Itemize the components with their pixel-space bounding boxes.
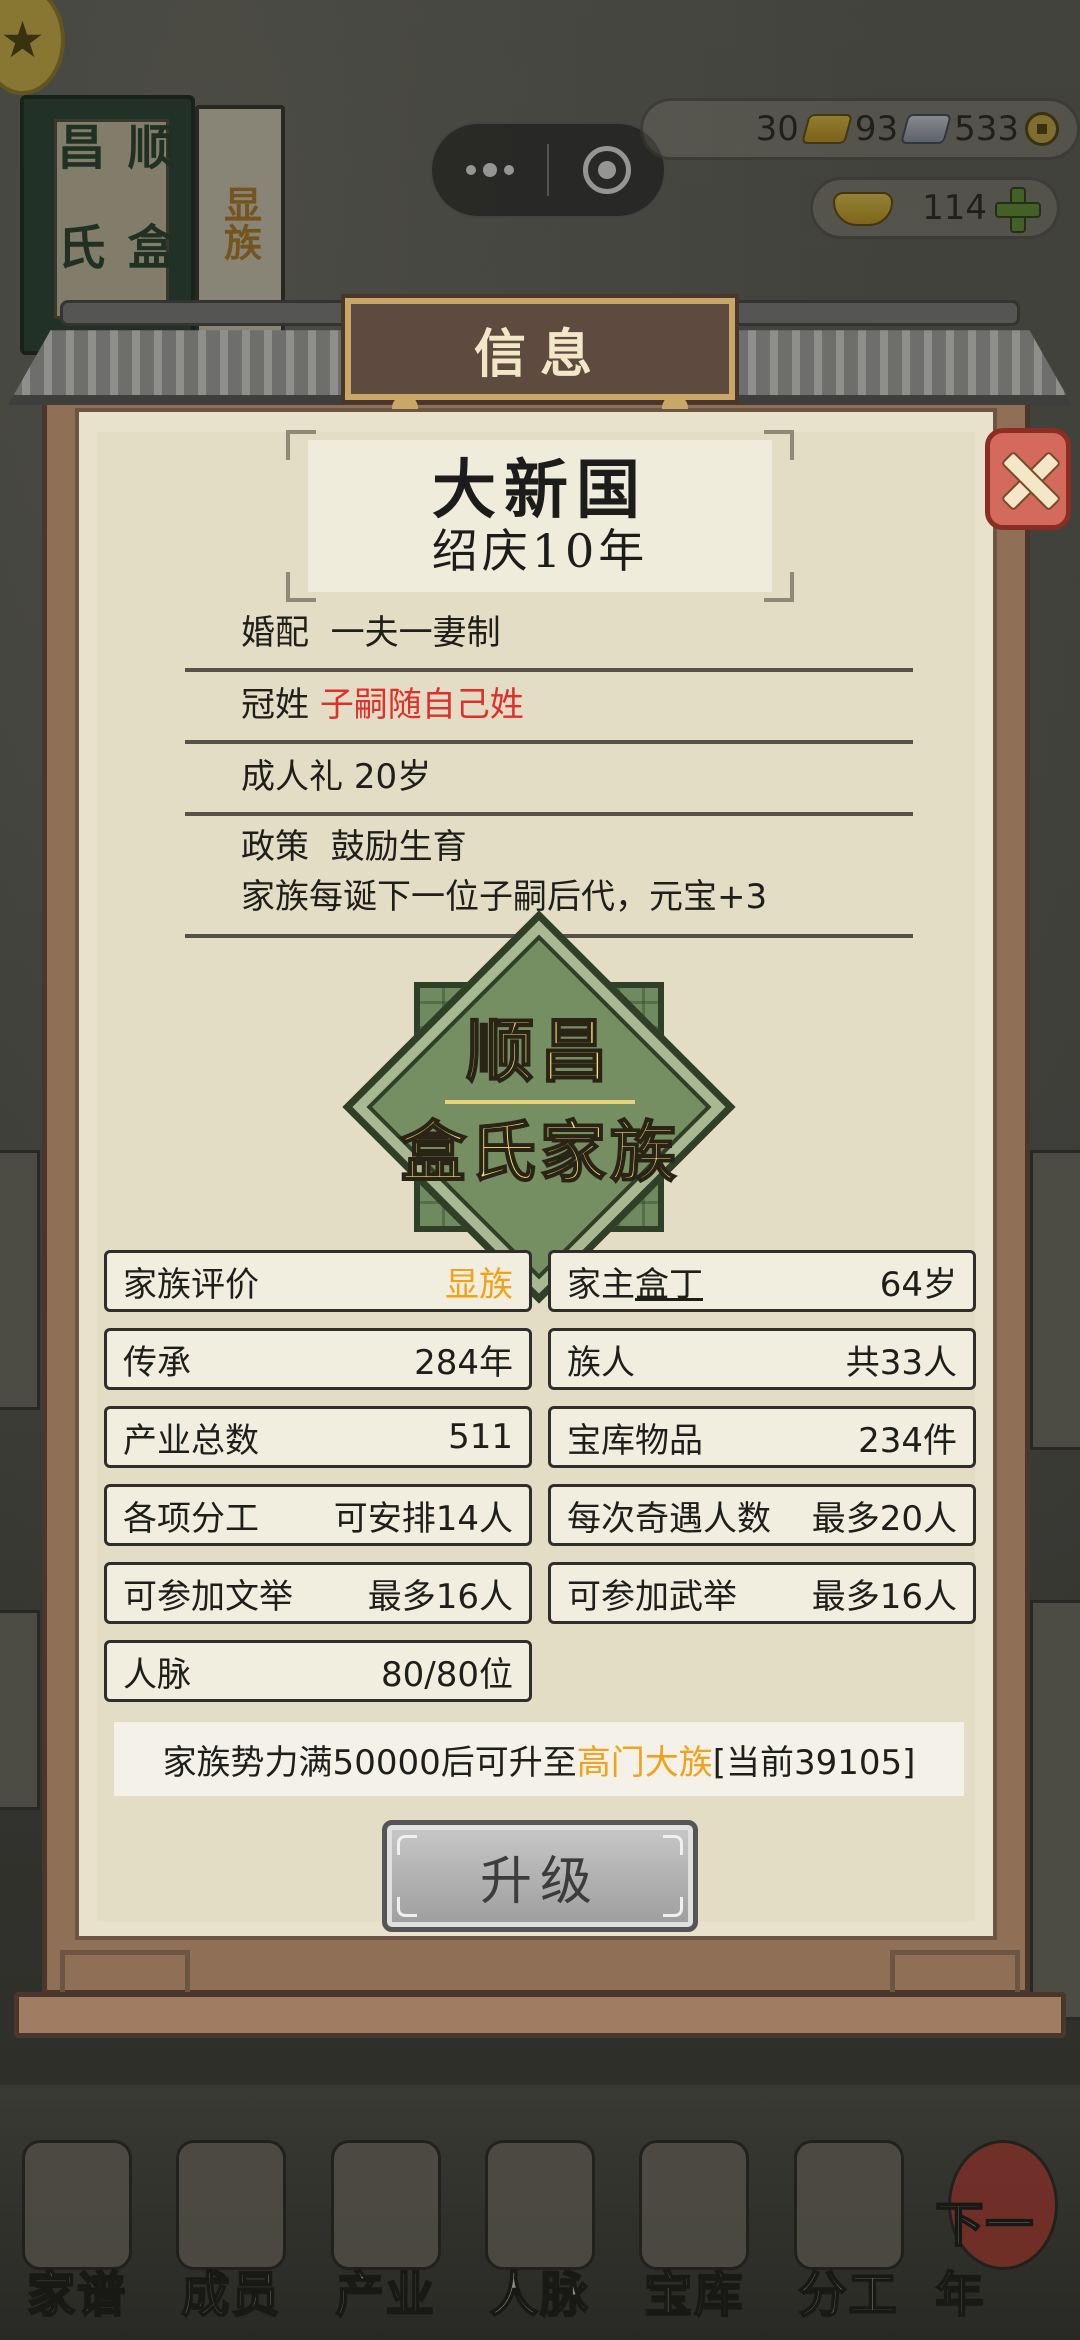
notice-prefix: 家族势力满50000后可升至 [162, 1742, 577, 1783]
stat-label: 可参加文举 [123, 1576, 293, 1617]
rule-value: 一夫一妻制 [330, 613, 501, 653]
close-button[interactable] [985, 428, 1071, 530]
left-rail [60, 1950, 190, 1998]
modal-title: 信息 [473, 323, 606, 385]
stat-label: 可参加武举 [567, 1576, 737, 1617]
rule-value: 鼓励生育 [330, 827, 467, 867]
stat-value: 284年 [414, 1342, 513, 1383]
stat-industry: 产业总数 511 [104, 1406, 532, 1468]
close-icon [1000, 451, 1056, 507]
stat-treasury: 宝库物品 234件 [548, 1406, 976, 1468]
clan-emblem: 顺昌 盒氏家族 [380, 1010, 700, 1194]
stat-network: 人脉 80/80位 [104, 1640, 532, 1702]
stat-label: 每次奇遇人数 [567, 1498, 771, 1539]
rule-value: 子嗣随自己姓 [319, 685, 524, 725]
rule-label: 成人礼 [241, 757, 343, 797]
stat-encounter: 每次奇遇人数 最多20人 [548, 1484, 976, 1546]
stat-label: 家主 [567, 1264, 635, 1305]
rule-label: 政策 [241, 827, 309, 867]
upgrade-button[interactable]: 升级 [382, 1820, 698, 1932]
stat-value: 最多20人 [811, 1498, 957, 1539]
stat-clan-head: 家主盒丁 64岁 [548, 1250, 976, 1312]
stat-value: 显族 [445, 1264, 513, 1305]
stat-label: 传承 [123, 1342, 191, 1383]
notice-suffix: [当前39105] [712, 1742, 916, 1783]
upgrade-label: 升级 [479, 1851, 600, 1912]
stat-value: 64岁 [879, 1264, 957, 1305]
stat-value: 234件 [858, 1420, 957, 1461]
emblem-line-1: 顺昌 [465, 1011, 614, 1093]
emblem-line-2: 盒氏家族 [399, 1112, 680, 1192]
stat-civil-exam: 可参加文举 最多16人 [104, 1562, 532, 1624]
stat-value: 最多16人 [367, 1576, 513, 1617]
era-year: 绍庆10年 [431, 523, 649, 578]
notice-highlight: 高门大族 [576, 1742, 713, 1783]
stat-value: 最多16人 [811, 1576, 957, 1617]
rule-label: 冠姓 [241, 685, 309, 725]
stat-label: 人脉 [123, 1654, 191, 1695]
rule-coming-of-age: 成人礼 20岁 [185, 752, 913, 816]
rule-surname: 冠姓 子嗣随自己姓 [185, 680, 913, 744]
policy-detail: 家族每诞下一位子嗣后代，元宝+3 [241, 877, 768, 917]
stat-value: 可安排14人 [333, 1498, 513, 1539]
stat-value: 511 [448, 1417, 513, 1457]
stat-value: 共33人 [845, 1342, 957, 1383]
rule-label: 婚配 [241, 613, 309, 653]
stat-rating: 家族评价 显族 [104, 1250, 532, 1312]
stat-division: 各项分工 可安排14人 [104, 1484, 532, 1546]
stat-label: 族人 [567, 1342, 635, 1383]
modal-title-plaque: 信息 [345, 298, 735, 400]
stat-military-exam: 可参加武举 最多16人 [548, 1562, 976, 1624]
country-name: 大新国 [432, 452, 648, 528]
panel-base [14, 1992, 1066, 2038]
rule-marriage: 婚配 一夫一妻制 [185, 608, 913, 672]
stat-label: 家族评价 [123, 1264, 259, 1305]
country-card: 大新国 绍庆10年 [286, 430, 794, 602]
stat-members: 族人 共33人 [548, 1328, 976, 1390]
stat-heritage: 传承 284年 [104, 1328, 532, 1390]
stat-label: 产业总数 [123, 1420, 259, 1461]
stat-label: 宝库物品 [567, 1420, 703, 1461]
clan-head-name-link[interactable]: 盒丁 [635, 1265, 703, 1305]
right-rail [890, 1950, 1020, 1998]
upgrade-notice: 家族势力满50000后可升至 高门大族 [当前39105] [114, 1722, 964, 1796]
rule-value: 20岁 [353, 757, 432, 797]
stat-label: 各项分工 [123, 1498, 259, 1539]
stat-value: 80/80位 [381, 1654, 513, 1695]
